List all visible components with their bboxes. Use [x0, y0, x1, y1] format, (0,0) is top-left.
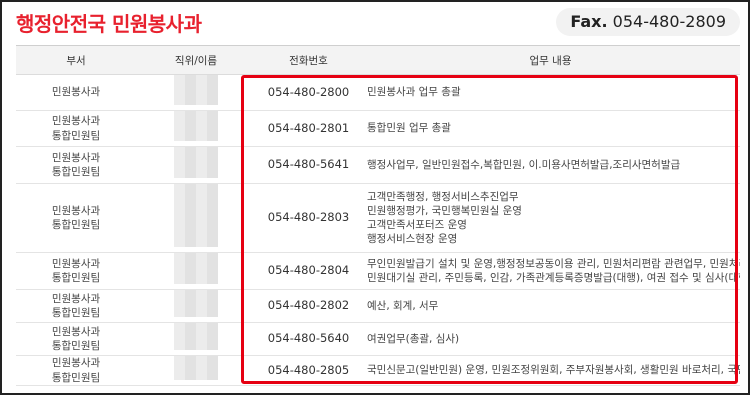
header-dept: 부서 — [16, 45, 136, 75]
cell-phone: 054-480-5640 — [256, 322, 361, 356]
cell-name-redacted — [136, 322, 256, 356]
table-row: 민원봉사과 통합민원팀 054-480-2805 국민신문고(일반민원) 운영, 민원… — [16, 355, 740, 386]
redacted-name-blur — [174, 356, 218, 381]
cell-phone: 054-480-2805 — [256, 355, 361, 386]
table-row: 민원봉사과 통합민원팀 054-480-2803 고객만족행정, 행정서비스추진업무 민… — [16, 183, 740, 253]
cell-duties: 통합민원 업무 총괄 — [361, 110, 740, 147]
fax-badge: Fax. 054-480-2809 — [556, 8, 740, 36]
table-row: 민원봉사과 054-480-2800 민원봉사과 업무 총괄 — [16, 74, 740, 111]
cell-dept: 민원봉사과 통합민원팀 — [16, 355, 136, 386]
dept-line: 민원봉사과 — [51, 292, 101, 305]
header-duties: 업무 내용 — [361, 45, 740, 75]
duty-line: 고객만족서포터즈 운영 — [367, 219, 467, 231]
table-row: 민원봉사과통합민원팀 054-480-5640 여권업무(총괄, 심사) — [16, 322, 740, 356]
cell-name-redacted — [136, 355, 256, 386]
contact-table: 부서 직위/이름 전화번호 업무 내용 민원봉사과 054-480-2800 민원봉… — [16, 45, 740, 386]
dept-line: 민원봉사과 — [51, 204, 101, 217]
cell-phone: 054-480-5641 — [256, 146, 361, 184]
duty-line: 민원봉사과 업무 총괄 — [367, 86, 461, 99]
duty-line: 행정사업무, 일반민원접수,복합민원, 이.미용사면허발급,조리사면허발급 — [367, 158, 681, 171]
cell-duties: 국민신문고(일반민원) 운영, 민원조정위원회, 주부자원봉사회, 생활민원 바… — [361, 355, 740, 386]
cell-phone: 054-480-2800 — [256, 74, 361, 111]
cell-duties: 무인민원발급기 설치 및 운영,행정정보공동이용 관리, 민원처리편람 관련업무… — [361, 252, 740, 290]
cell-dept: 민원봉사과통합민원팀 — [16, 183, 136, 253]
cell-phone: 054-480-2803 — [256, 183, 361, 253]
redacted-name-blur — [174, 290, 218, 318]
cell-duties: 고객만족행정, 행정서비스추진업무 민원행정평가, 국민행복민원실 운영고객만족서… — [361, 183, 740, 253]
cell-dept: 민원봉사과통합민원팀 — [16, 146, 136, 184]
duty-line: 통합민원 업무 총괄 — [367, 122, 451, 135]
cell-duties: 행정사업무, 일반민원접수,복합민원, 이.미용사면허발급,조리사면허발급 — [361, 146, 740, 184]
table-row: 민원봉사과 통합민원팀 054-480-2801 통합민원 업무 총괄 — [16, 110, 740, 147]
cell-name-redacted — [136, 146, 256, 184]
fax-label: Fax. — [570, 12, 608, 31]
cell-dept: 민원봉사과 통합민원팀 — [16, 110, 136, 147]
redacted-name-blur — [174, 75, 218, 106]
dept-line: 통합민원팀 — [51, 166, 101, 178]
cell-name-redacted — [136, 74, 256, 111]
table-row: 민원봉사과통합민원팀 054-480-5641 행정사업무, 일반민원접수,복합민원… — [16, 146, 740, 184]
redacted-name-blur — [174, 253, 218, 285]
dept-line: 통합민원팀 — [51, 129, 101, 142]
cell-name-redacted — [136, 289, 256, 323]
dept-line: 민원봉사과 — [51, 86, 101, 99]
dept-line: 민원봉사과 — [51, 325, 101, 338]
dept-line: 통합민원팀 — [51, 371, 101, 384]
fax-number: 054-480-2809 — [612, 12, 726, 31]
cell-dept: 민원봉사과통합민원팀 — [16, 252, 136, 290]
table-row: 민원봉사과통합민원팀 054-480-2802 예산, 회계, 서무 — [16, 289, 740, 323]
cell-duties: 여권업무(총괄, 심사) — [361, 322, 740, 356]
duty-line: 무인민원발급기 설치 및 운영,행정정보공동이용 관리, 민원처리편람 관련업무… — [367, 257, 740, 270]
table-row: 민원봉사과통합민원팀 054-480-2804 무인민원발급기 설치 및 운영,행정… — [16, 252, 740, 290]
cell-phone: 054-480-2802 — [256, 289, 361, 323]
dept-line: 민원봉사과 — [51, 357, 101, 370]
cell-name-redacted — [136, 252, 256, 290]
cell-name-redacted — [136, 110, 256, 147]
redacted-name-blur — [174, 184, 218, 248]
dept-line: 통합민원팀 — [51, 307, 101, 319]
table-header-row: 부서 직위/이름 전화번호 업무 내용 — [16, 45, 740, 75]
dept-line: 통합민원팀 — [51, 219, 101, 231]
cell-dept: 민원봉사과통합민원팀 — [16, 322, 136, 356]
redacted-name-blur — [174, 323, 218, 351]
dept-line: 민원봉사과 — [51, 115, 101, 128]
page-header: 행정안전국 민원봉사과 Fax. 054-480-2809 — [16, 6, 740, 38]
duty-line: 행정서비스현장 운영 — [367, 233, 458, 246]
duty-line: 민원대기실 관리, 주민등록, 인감, 가족관계등록증명발급(대행), 여권 접… — [367, 272, 740, 284]
dept-line: 민원봉사과 — [51, 151, 101, 164]
cell-duties: 예산, 회계, 서무 — [361, 289, 740, 323]
duty-line: 여권업무(총괄, 심사) — [367, 332, 460, 345]
dept-line: 통합민원팀 — [51, 340, 101, 352]
cell-phone: 054-480-2804 — [256, 252, 361, 290]
dept-line: 통합민원팀 — [51, 272, 101, 284]
redacted-name-blur — [174, 147, 218, 179]
duty-line: 국민신문고(일반민원) 운영, 민원조정위원회, 주부자원봉사회, 생활민원 바… — [367, 364, 740, 377]
cell-dept: 민원봉사과통합민원팀 — [16, 289, 136, 323]
cell-duties: 민원봉사과 업무 총괄 — [361, 74, 740, 111]
cell-name-redacted — [136, 183, 256, 253]
cell-dept: 민원봉사과 — [16, 74, 136, 111]
page-title: 행정안전국 민원봉사과 — [16, 12, 202, 36]
duty-line: 고객만족행정, 행정서비스추진업무 — [367, 190, 519, 203]
redacted-name-blur — [174, 111, 218, 142]
header-name: 직위/이름 — [136, 45, 256, 75]
table-body: 민원봉사과 054-480-2800 민원봉사과 업무 총괄 민원봉사과 통합민원팀 05… — [16, 74, 740, 386]
header-phone: 전화번호 — [256, 45, 361, 75]
cell-phone: 054-480-2801 — [256, 110, 361, 147]
duty-line: 민원행정평가, 국민행복민원실 운영 — [367, 204, 522, 217]
dept-line: 민원봉사과 — [51, 257, 101, 270]
duty-line: 예산, 회계, 서무 — [367, 299, 439, 312]
